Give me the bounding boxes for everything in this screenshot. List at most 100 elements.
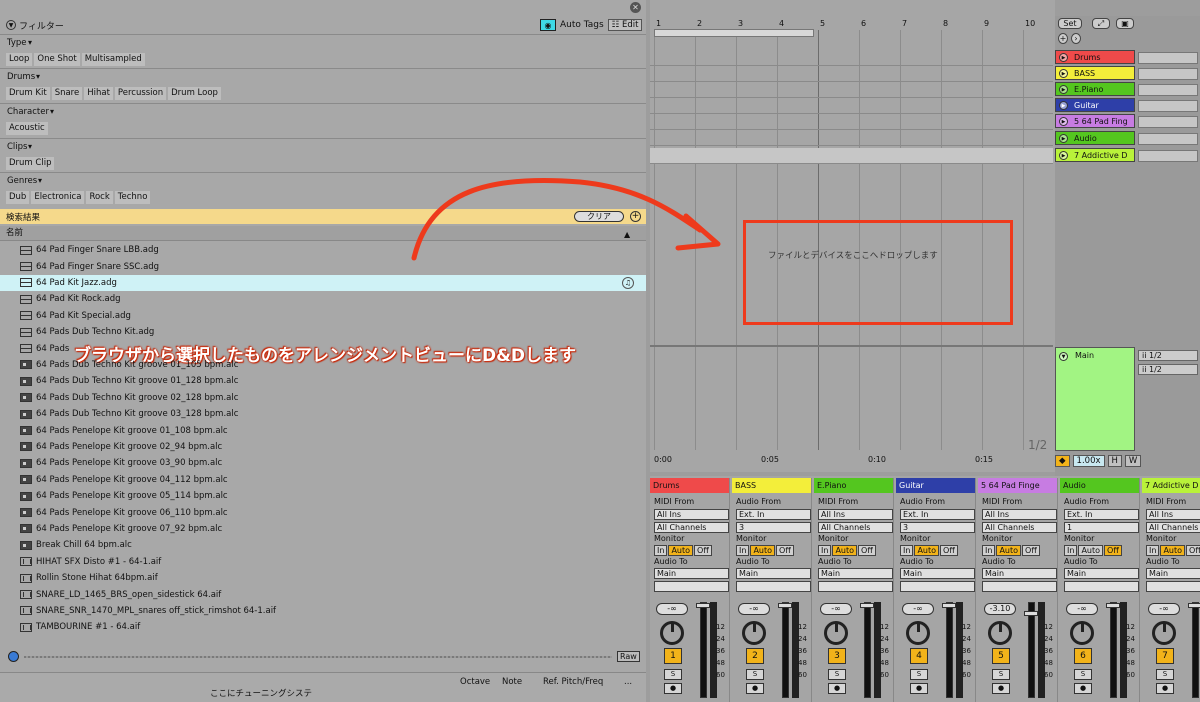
track-slot[interactable] xyxy=(1138,84,1198,96)
file-list-item[interactable]: HIHAT SFX Disto #1 - 64-1.aif xyxy=(0,554,646,570)
file-list-item[interactable]: SNARE_SNR_1470_MPL_snares off_stick_rims… xyxy=(0,603,646,619)
h-button[interactable]: H xyxy=(1107,455,1122,467)
input-source-select[interactable]: Ext. In xyxy=(736,509,811,520)
monitor-in-button[interactable]: In xyxy=(982,545,996,556)
filter-chip[interactable]: One Shot xyxy=(34,53,80,66)
volume-fader-handle[interactable] xyxy=(942,603,956,608)
file-list-item[interactable]: 64 Pads Penelope Kit groove 02_94 bpm.al… xyxy=(0,439,646,455)
main-select-1[interactable]: ii 1/2 xyxy=(1138,350,1198,361)
track-activator-button[interactable]: 3 xyxy=(828,648,846,664)
filter-chip[interactable]: Loop xyxy=(6,53,33,66)
pan-knob-icon[interactable] xyxy=(824,621,848,645)
track-lane[interactable] xyxy=(650,114,1053,130)
play-icon[interactable]: ▶ xyxy=(1059,52,1068,62)
file-list-item[interactable]: 64 Pads Penelope Kit groove 04_112 bpm.a… xyxy=(0,472,646,488)
arm-icon[interactable]: ● xyxy=(992,683,1010,694)
solo-button[interactable]: S xyxy=(746,669,764,680)
file-list-item[interactable]: 64 Pad Kit Jazz.adg ♫ xyxy=(0,274,646,292)
monitor-off-button[interactable]: Off xyxy=(1104,545,1122,556)
volume-readout[interactable]: -∞ xyxy=(738,603,770,615)
solo-button[interactable]: S xyxy=(1156,669,1174,680)
input-source-select[interactable]: All Ins xyxy=(982,509,1057,520)
filter-chip[interactable]: Drum Kit xyxy=(6,87,50,100)
monitor-auto-button[interactable]: Auto xyxy=(914,545,940,556)
file-list-item[interactable]: Break Chill 64 bpm.alc xyxy=(0,537,646,553)
volume-readout[interactable]: -∞ xyxy=(656,603,688,615)
monitor-in-button[interactable]: In xyxy=(1064,545,1078,556)
arm-icon[interactable]: ● xyxy=(828,683,846,694)
add-locator-icon[interactable]: + xyxy=(1058,33,1068,44)
file-list-item[interactable]: 64 Pads Dub Techno Kit.adg xyxy=(0,324,646,340)
solo-button[interactable]: S xyxy=(1074,669,1092,680)
monitor-in-button[interactable]: In xyxy=(654,545,668,556)
dropdown-arrow-icon[interactable]: ▾ xyxy=(28,38,32,47)
track-header-1[interactable]: ▶ Drums xyxy=(1055,50,1135,64)
preview-toggle-icon[interactable] xyxy=(8,651,19,662)
next-locator-icon[interactable]: › xyxy=(1071,33,1081,44)
file-list-item[interactable]: 64 Pads Penelope Kit groove 05_114 bpm.a… xyxy=(0,488,646,504)
track-activator-button[interactable]: 4 xyxy=(910,648,928,664)
output-select[interactable]: Main xyxy=(1146,568,1200,579)
track-slot[interactable] xyxy=(1138,100,1198,112)
input-channel-select[interactable]: 3 xyxy=(900,522,975,533)
strip-title[interactable]: 7 Addictive D xyxy=(1142,478,1200,493)
filter-chip[interactable]: Electronica xyxy=(31,191,85,204)
tempo-value[interactable]: 1.00x xyxy=(1072,455,1105,467)
monitor-in-button[interactable]: In xyxy=(1146,545,1160,556)
solo-button[interactable]: S xyxy=(828,669,846,680)
track-lane[interactable] xyxy=(650,82,1053,98)
play-icon[interactable]: ▶ xyxy=(1059,133,1068,143)
track-slot[interactable] xyxy=(1138,116,1198,128)
output-select[interactable]: Main xyxy=(736,568,811,579)
file-list-item[interactable]: 64 Pads Penelope Kit groove 07_92 bpm.al… xyxy=(0,521,646,537)
time-ruler[interactable]: 0:00 0:05 0:10 0:15 xyxy=(650,452,1055,472)
solo-button[interactable]: S xyxy=(910,669,928,680)
close-icon[interactable]: ✕ xyxy=(630,2,641,13)
track-slot[interactable] xyxy=(1138,68,1198,80)
filter-chip[interactable]: Drum Clip xyxy=(6,157,55,170)
input-source-select[interactable]: All Ins xyxy=(654,509,729,520)
pan-knob-icon[interactable] xyxy=(906,621,930,645)
strip-title[interactable]: Drums xyxy=(650,478,729,493)
track-lane[interactable] xyxy=(650,66,1053,82)
output-sub-select[interactable] xyxy=(982,581,1057,592)
track-slot[interactable] xyxy=(1138,133,1198,145)
filter-chip[interactable]: Snare xyxy=(51,87,83,100)
monitor-auto-button[interactable]: Auto xyxy=(996,545,1022,556)
file-list-item[interactable]: 64 Pads Dub Techno Kit groove 01_105 bpm… xyxy=(0,357,646,373)
filter-chip[interactable]: Acoustic xyxy=(6,122,48,135)
pan-knob-icon[interactable] xyxy=(1152,621,1176,645)
bar-number[interactable]: 6 xyxy=(861,19,866,28)
track-lane[interactable] xyxy=(650,50,1053,66)
track-header-2[interactable]: ▶ BASS xyxy=(1055,66,1135,80)
monitor-auto-button[interactable]: Auto xyxy=(1160,545,1186,556)
filter-section-label[interactable]: Clips xyxy=(7,142,27,152)
eye-icon[interactable]: ◉ xyxy=(540,19,556,31)
strip-title[interactable]: BASS xyxy=(732,478,811,493)
bar-number[interactable]: 1 xyxy=(656,19,661,28)
dropdown-arrow-icon[interactable]: ▾ xyxy=(36,72,40,81)
track-header-4[interactable]: ▶ Guitar xyxy=(1055,98,1135,112)
file-list-item[interactable]: 64 Pad Finger Snare SSC.adg xyxy=(0,258,646,274)
file-list-item[interactable]: 64 Pad Finger Snare LBB.adg xyxy=(0,242,646,258)
bar-number[interactable]: 9 xyxy=(984,19,989,28)
file-list-item[interactable]: 64 Pads Penelope Kit groove 03_90 bpm.al… xyxy=(0,455,646,471)
volume-readout[interactable]: -3.10 xyxy=(984,603,1016,615)
filter-chip[interactable]: Drum Loop xyxy=(168,87,221,100)
output-sub-select[interactable] xyxy=(900,581,975,592)
filter-section-label[interactable]: Drums xyxy=(7,72,35,82)
pan-knob-icon[interactable] xyxy=(742,621,766,645)
filter-chip[interactable]: Techno xyxy=(114,191,151,204)
monitor-in-button[interactable]: In xyxy=(900,545,914,556)
volume-fader-handle[interactable] xyxy=(1024,611,1038,616)
monitor-auto-button[interactable]: Auto xyxy=(750,545,776,556)
output-sub-select[interactable] xyxy=(654,581,729,592)
bar-number[interactable]: 4 xyxy=(779,19,784,28)
track-lane[interactable] xyxy=(650,98,1053,114)
input-source-select[interactable]: Ext. In xyxy=(900,509,975,520)
bar-number[interactable]: 10 xyxy=(1025,19,1035,28)
monitor-auto-button[interactable]: Auto xyxy=(832,545,858,556)
main-track-header[interactable]: ▼ Main xyxy=(1055,347,1135,451)
monitor-off-button[interactable]: Off xyxy=(1186,545,1200,556)
input-channel-select[interactable]: All Channels xyxy=(982,522,1057,533)
